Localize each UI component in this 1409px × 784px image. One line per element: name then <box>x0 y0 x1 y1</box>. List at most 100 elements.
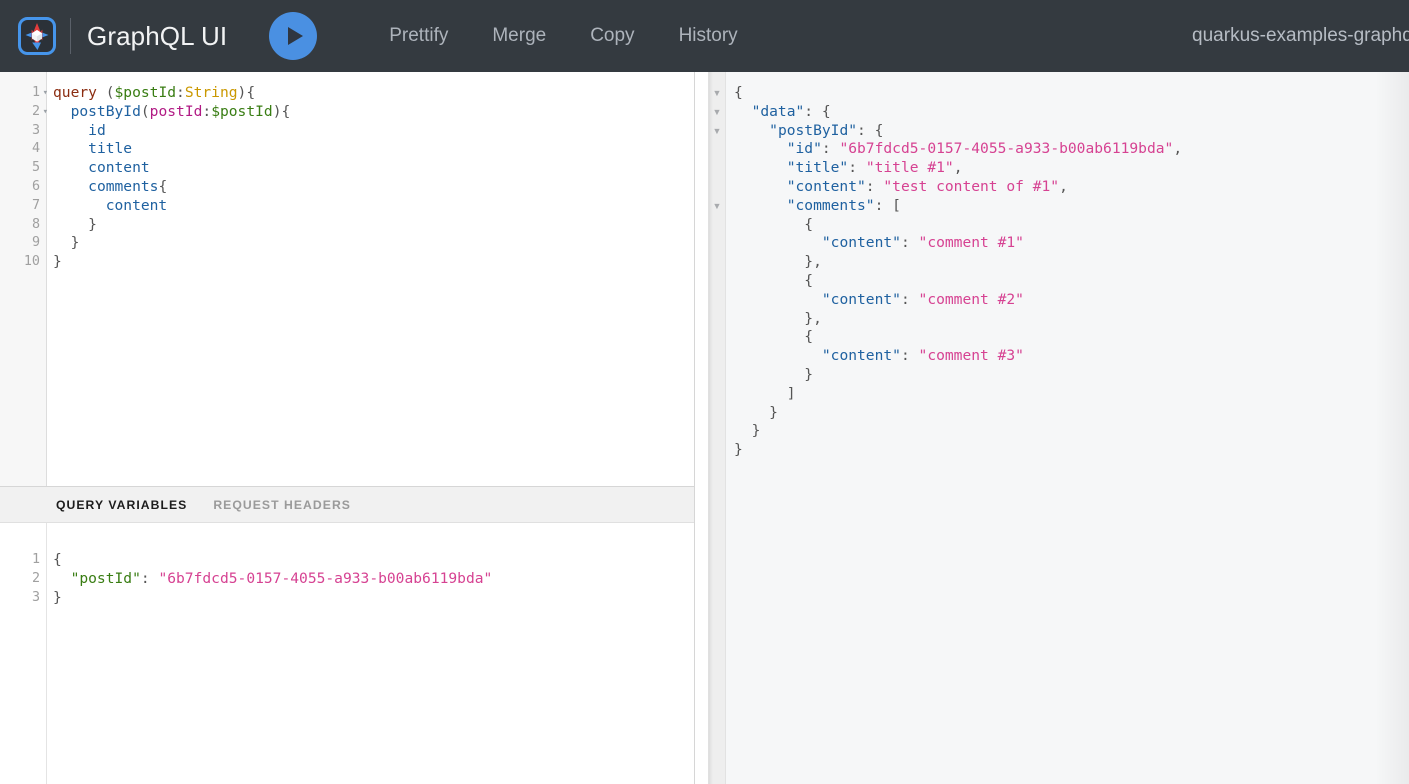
line-number: 2 ▾ <box>0 103 48 122</box>
code-token: , <box>1173 140 1183 158</box>
code-token: { <box>734 271 814 289</box>
code-token: : <box>900 347 919 365</box>
pane-resize-handle[interactable] <box>695 72 709 784</box>
code-line: "postId": "6b7fdcd5-0157-4055-a933-b00ab… <box>53 570 694 589</box>
variables-section: QUERY VARIABLES REQUEST HEADERS 1 2 3 { "p… <box>0 486 694 784</box>
code-line: } <box>734 441 1409 460</box>
code-token: : <box>140 569 159 587</box>
code-token: "content" <box>821 347 901 365</box>
code-token: ] <box>734 384 796 402</box>
line-number: 10 <box>23 254 40 270</box>
tab-query-variables[interactable]: QUERY VARIABLES <box>56 498 187 512</box>
code-line: } <box>734 422 1409 441</box>
line-number: 3 <box>31 122 40 138</box>
copy-button[interactable]: Copy <box>568 19 656 53</box>
result-gutter-row <box>709 253 725 272</box>
code-line: } <box>734 366 1409 385</box>
code-line: } <box>53 234 694 253</box>
graphql-ui-app: GraphQL UI Prettify Merge Copy History q… <box>0 0 1409 784</box>
page-title: GraphQL UI <box>87 20 228 51</box>
code-token: { <box>734 84 743 101</box>
fold-toggle-icon[interactable]: ▼ <box>709 103 725 122</box>
variables-editor[interactable]: 1 2 3 { "postId": "6b7fdcd5-0157-4055-a933… <box>0 523 694 784</box>
code-token: postById <box>70 102 141 120</box>
code-token: : <box>900 234 919 252</box>
code-token: "comments" <box>786 196 875 214</box>
code-line: { <box>734 84 1409 103</box>
fold-toggle-icon[interactable]: ▼ <box>709 84 725 103</box>
code-line: } <box>53 216 694 235</box>
query-editor[interactable]: 1 ▾ 2 ▾ 3 4 5 6 7 8 9 10 query ($postId:String){ po… <box>0 72 694 486</box>
fold-toggle-icon[interactable]: ▼ <box>709 122 725 141</box>
code-token: ){ <box>272 102 291 120</box>
code-token: : <box>900 290 919 308</box>
result-gutter-row <box>709 272 725 291</box>
code-token: "comment #1" <box>918 234 1024 252</box>
query-editor-code[interactable]: query ($postId:String){ postById(postId:… <box>47 72 694 486</box>
code-token: { <box>734 328 814 346</box>
code-token: } <box>53 588 62 606</box>
line-number: 2 <box>31 570 40 586</box>
code-token: "postId" <box>70 569 141 587</box>
code-token: : [ <box>874 196 901 214</box>
result-gutter-row <box>709 159 725 178</box>
code-line: query ($postId:String){ <box>53 84 694 103</box>
code-line: { <box>734 328 1409 347</box>
workspace-split: 1 ▾ 2 ▾ 3 4 5 6 7 8 9 10 query ($postId:String){ po… <box>0 72 1409 784</box>
code-line: "postById": { <box>734 122 1409 141</box>
prettify-button[interactable]: Prettify <box>367 19 470 53</box>
line-number: 8 <box>31 216 40 232</box>
code-token: "content" <box>821 290 901 308</box>
code-token: ( <box>140 102 150 120</box>
code-token: "comment #2" <box>918 290 1024 308</box>
execute-query-button[interactable] <box>269 12 318 60</box>
line-number: 1 ▾ <box>0 84 48 103</box>
code-line: { <box>734 272 1409 291</box>
code-token: id <box>88 121 106 139</box>
code-token: : <box>202 102 212 120</box>
code-line: } <box>734 404 1409 423</box>
line-number: 4 <box>31 141 40 157</box>
code-token: } <box>53 253 62 271</box>
code-token: , <box>1059 177 1068 195</box>
code-token: comments <box>88 177 159 195</box>
fold-toggle-icon[interactable]: ▼ <box>709 197 725 216</box>
code-line: postById(postId:$postId){ <box>53 103 694 122</box>
result-gutter-row <box>709 347 725 366</box>
fold-toggle-icon[interactable]: ▾ <box>43 84 48 103</box>
code-token: : <box>176 84 185 101</box>
code-token: : { <box>804 102 831 120</box>
variables-editor-gutter: 1 2 3 <box>0 523 47 784</box>
line-number: 9 <box>31 235 40 251</box>
result-gutter-row <box>709 140 725 159</box>
history-button[interactable]: History <box>657 19 760 53</box>
result-pane: ▼ ▼ ▼ ▼ { "data": { "postById": { "id": "6… <box>709 72 1409 784</box>
code-line: "content": "test content of #1", <box>734 178 1409 197</box>
code-line: "content": "comment #2" <box>734 291 1409 310</box>
code-token: }, <box>734 253 822 271</box>
code-line: content <box>53 197 694 216</box>
code-line: "comments": [ <box>734 197 1409 216</box>
toolbar-nav: Prettify Merge Copy History <box>367 19 759 53</box>
code-line: id <box>53 122 694 141</box>
code-token: : <box>848 159 866 177</box>
left-pane: 1 ▾ 2 ▾ 3 4 5 6 7 8 9 10 query ($postId:String){ po… <box>0 72 695 784</box>
code-line: "data": { <box>734 103 1409 122</box>
tab-request-headers[interactable]: REQUEST HEADERS <box>213 498 351 512</box>
code-token: $postId <box>211 102 273 120</box>
code-token: title <box>88 140 133 158</box>
brand: GraphQL UI <box>18 17 227 55</box>
fold-toggle-icon[interactable]: ▾ <box>43 103 48 122</box>
merge-button[interactable]: Merge <box>470 19 568 53</box>
result-gutter-row <box>709 441 725 460</box>
variables-editor-code[interactable]: { "postId": "6b7fdcd5-0157-4055-a933-b00… <box>47 523 694 784</box>
variables-tabbar: QUERY VARIABLES REQUEST HEADERS <box>0 487 694 523</box>
code-token: { <box>734 215 814 233</box>
